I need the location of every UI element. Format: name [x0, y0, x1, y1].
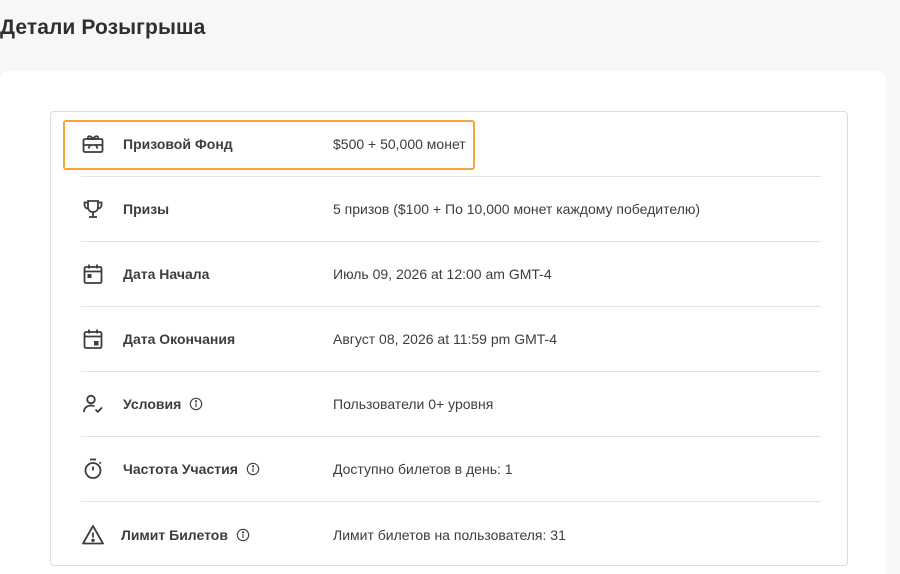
gift-card-icon	[81, 132, 105, 156]
detail-label: Частота Участия	[123, 461, 260, 477]
stopwatch-icon	[81, 457, 105, 481]
detail-value: Август 08, 2026 at 11:59 pm GMT-4	[333, 331, 557, 347]
calendar-start-icon	[81, 262, 105, 286]
info-icon[interactable]	[236, 528, 250, 542]
detail-label: Призы	[123, 201, 170, 217]
detail-row-prizes: Призы 5 призов ($100 + По 10,000 монет к…	[81, 177, 821, 242]
page-title: Детали Розыгрыша	[0, 16, 206, 39]
detail-row-end-date: Дата Окончания Август 08, 2026 at 11:59 …	[81, 307, 821, 372]
detail-row-ticket-limit: Лимит Билетов Лимит билетов на пользоват…	[81, 502, 821, 567]
detail-value: $500 + 50,000 монет	[333, 136, 466, 152]
info-icon[interactable]	[189, 397, 203, 411]
trophy-icon	[81, 197, 105, 221]
detail-label: Дата Начала	[123, 266, 210, 282]
info-icon[interactable]	[246, 462, 260, 476]
giveaway-details-card: Призовой Фонд $500 + 50,000 монет Призы …	[50, 111, 848, 566]
detail-label: Условия	[123, 396, 203, 412]
detail-value: 5 призов ($100 + По 10,000 монет каждому…	[333, 201, 701, 217]
calendar-end-icon	[81, 327, 105, 351]
detail-label-text: Условия	[123, 396, 182, 412]
detail-row-conditions: Условия Пользователи 0+ уровня	[81, 372, 821, 437]
detail-value: Пользователи 0+ уровня	[333, 396, 494, 412]
detail-value: Лимит билетов на пользователя: 31	[333, 526, 566, 543]
warning-icon	[81, 523, 105, 547]
detail-label: Лимит Билетов	[121, 527, 250, 543]
detail-label: Дата Окончания	[123, 331, 236, 347]
detail-row-frequency: Частота Участия Доступно билетов в день:…	[81, 437, 821, 502]
detail-value: Июль 09, 2026 at 12:00 am GMT-4	[333, 266, 552, 282]
detail-value: Доступно билетов в день: 1	[333, 461, 513, 477]
detail-label: Призовой Фонд	[123, 136, 233, 152]
detail-label-text: Частота Участия	[123, 461, 238, 477]
user-check-icon	[81, 392, 105, 416]
detail-row-start-date: Дата Начала Июль 09, 2026 at 12:00 am GM…	[81, 242, 821, 307]
detail-row-prize-fund: Призовой Фонд $500 + 50,000 монет	[81, 112, 821, 177]
detail-label-text: Лимит Билетов	[121, 526, 228, 543]
